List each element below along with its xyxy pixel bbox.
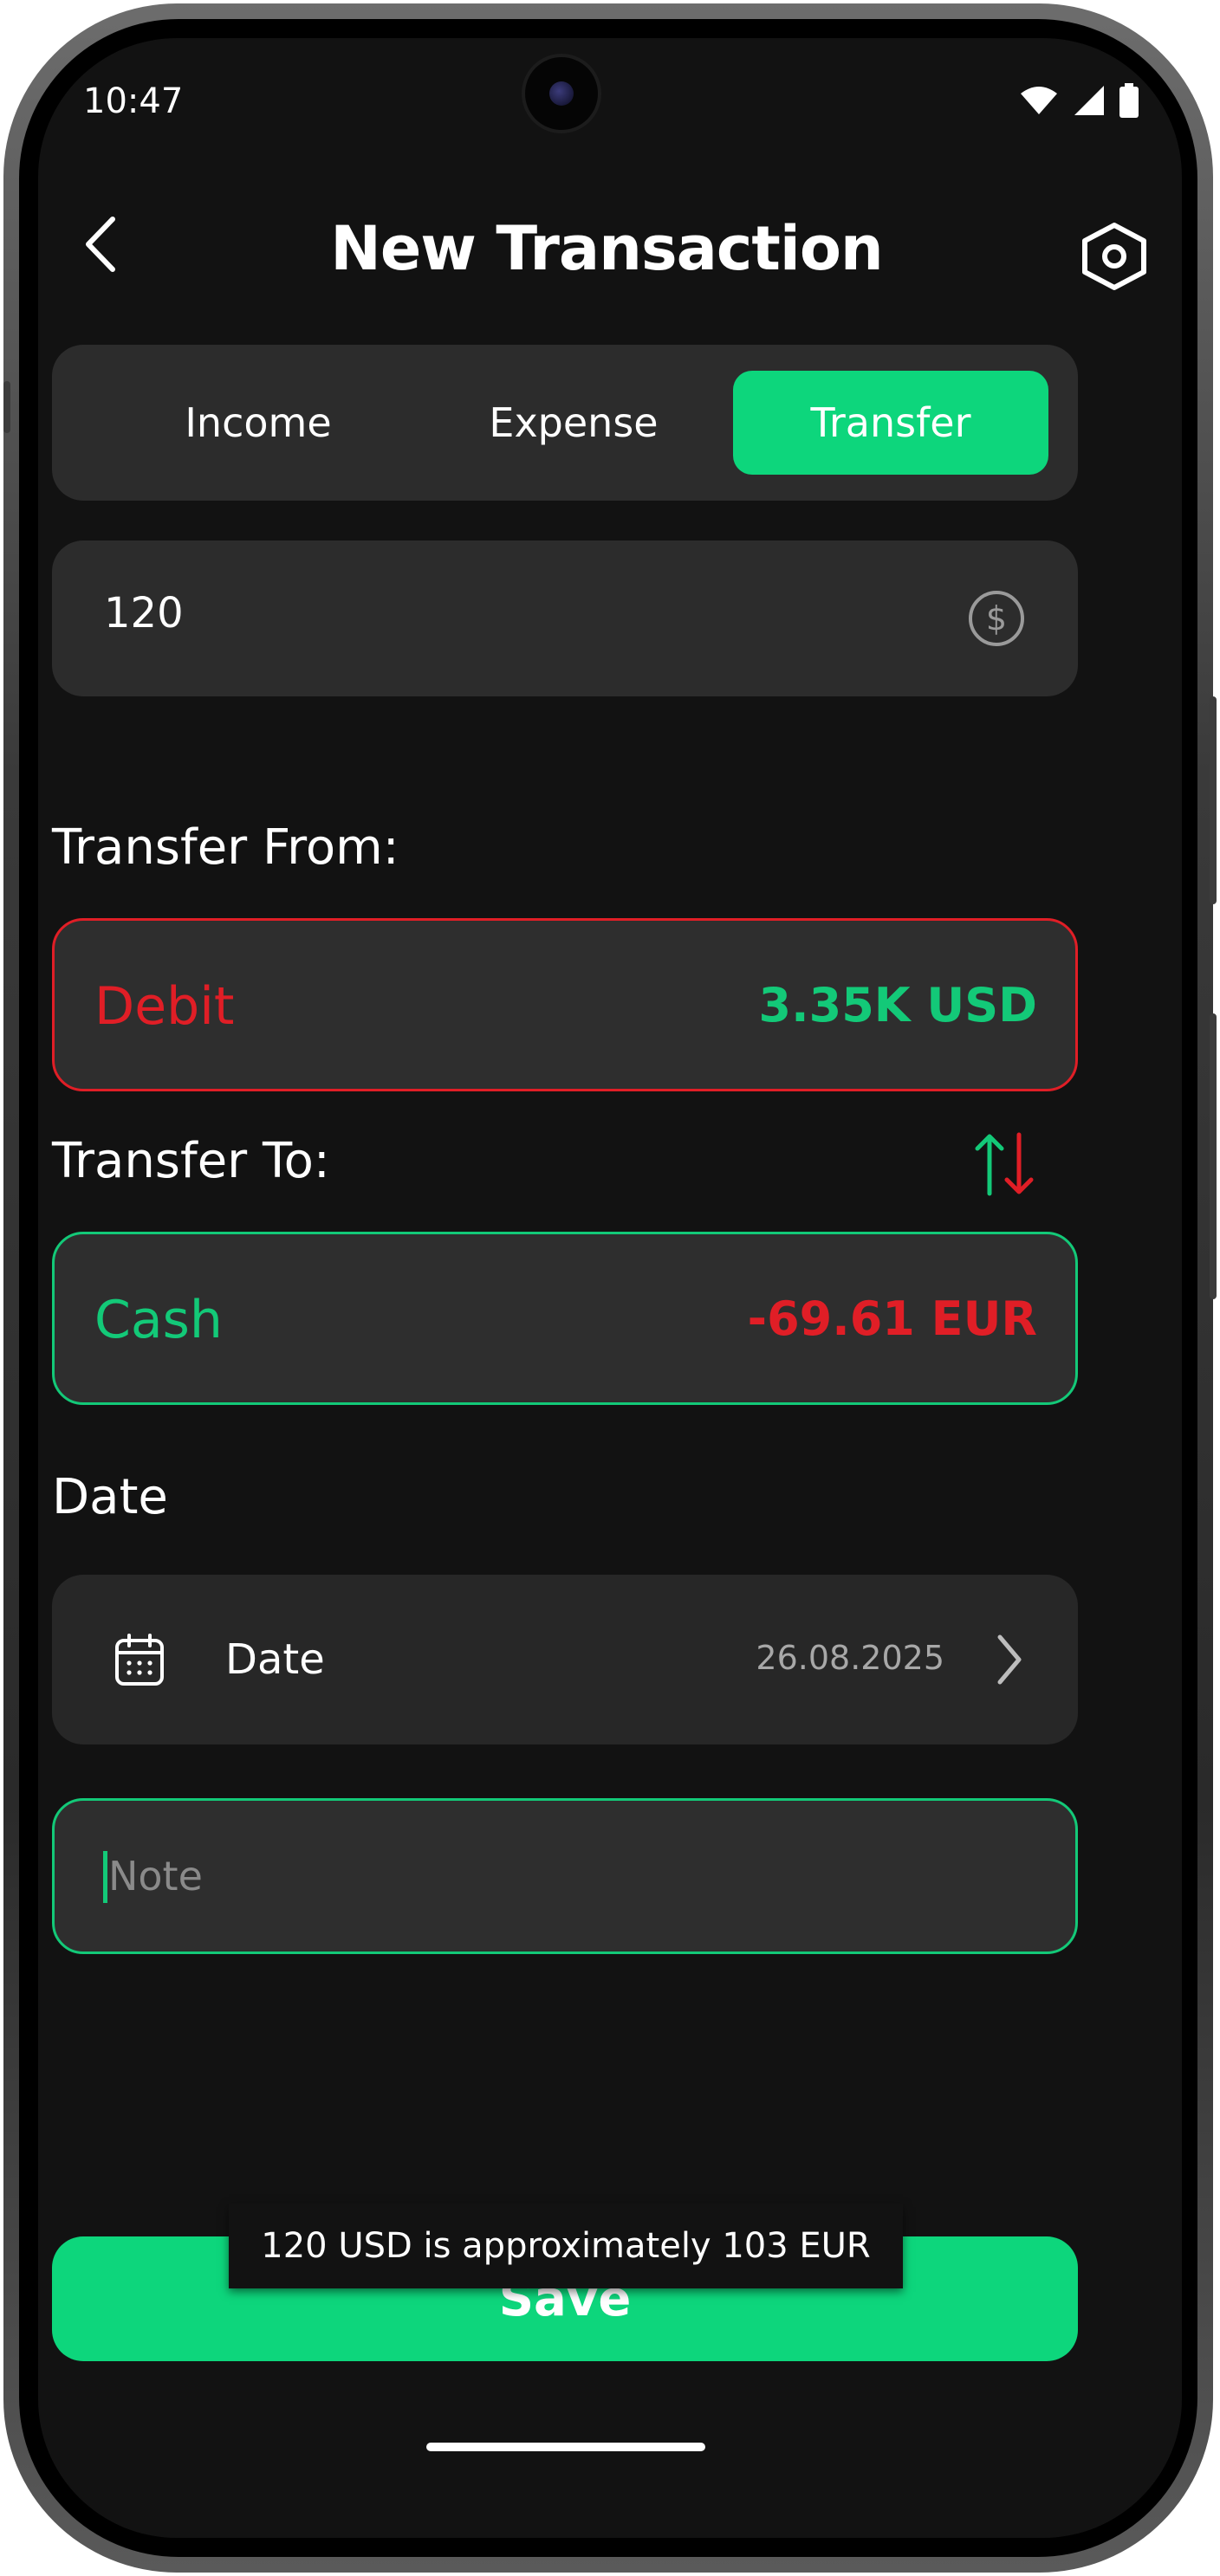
settings-hexagon-icon: [1082, 223, 1146, 290]
signal-icon: [1074, 86, 1104, 115]
tab-expense[interactable]: Expense: [416, 371, 731, 475]
chevron-right-icon: [997, 1634, 1022, 1685]
transaction-type-tabs: Income Expense Transfer: [52, 345, 1078, 501]
status-icons: [1019, 83, 1139, 118]
from-account-balance: 3.35K USD: [758, 978, 1037, 1032]
tab-income[interactable]: Income: [101, 371, 416, 475]
to-account-name: Cash: [94, 1290, 223, 1350]
tab-transfer[interactable]: Transfer: [733, 371, 1048, 475]
text-cursor: [103, 1851, 107, 1903]
home-indicator[interactable]: [426, 2443, 705, 2451]
amount-field[interactable]: 120 $: [52, 540, 1078, 696]
transfer-to-label: Transfer To:: [52, 1133, 330, 1189]
from-account-name: Debit: [94, 976, 235, 1037]
conversion-toast: 120 USD is approximately 103 EUR: [229, 2204, 903, 2288]
date-value: 26.08.2025: [756, 1639, 944, 1677]
app-screen: 10:47 New Transaction Income Expense Tra…: [38, 38, 1182, 2538]
transfer-from-label: Transfer From:: [52, 819, 399, 876]
side-notch: [3, 381, 10, 433]
swap-arrows-icon[interactable]: [974, 1131, 1035, 1197]
volume-button: [1210, 696, 1217, 904]
settings-button[interactable]: [1080, 222, 1149, 291]
chevron-left-icon: [86, 217, 115, 272]
transfer-from-account[interactable]: Debit 3.35K USD: [52, 918, 1078, 1091]
calendar-icon: [115, 1634, 164, 1686]
amount-value: 120: [104, 589, 184, 638]
note-input[interactable]: Note: [52, 1798, 1078, 1954]
svg-text:$: $: [986, 599, 1007, 638]
wifi-icon: [1021, 87, 1057, 114]
transfer-to-account[interactable]: Cash -69.61 EUR: [52, 1232, 1078, 1405]
back-button[interactable]: [66, 201, 135, 288]
status-time: 10:47: [83, 81, 184, 121]
date-label: Date: [225, 1635, 325, 1684]
front-camera: [522, 54, 601, 133]
battery-icon: [1119, 83, 1139, 118]
date-picker-row[interactable]: Date 26.08.2025: [52, 1575, 1078, 1744]
power-button: [1210, 1013, 1217, 1299]
page-title: New Transaction: [330, 213, 884, 284]
to-account-balance: -69.61 EUR: [747, 1291, 1037, 1346]
date-heading: Date: [52, 1469, 168, 1525]
dollar-circle-icon[interactable]: $: [967, 589, 1026, 648]
note-placeholder: Note: [108, 1853, 203, 1900]
